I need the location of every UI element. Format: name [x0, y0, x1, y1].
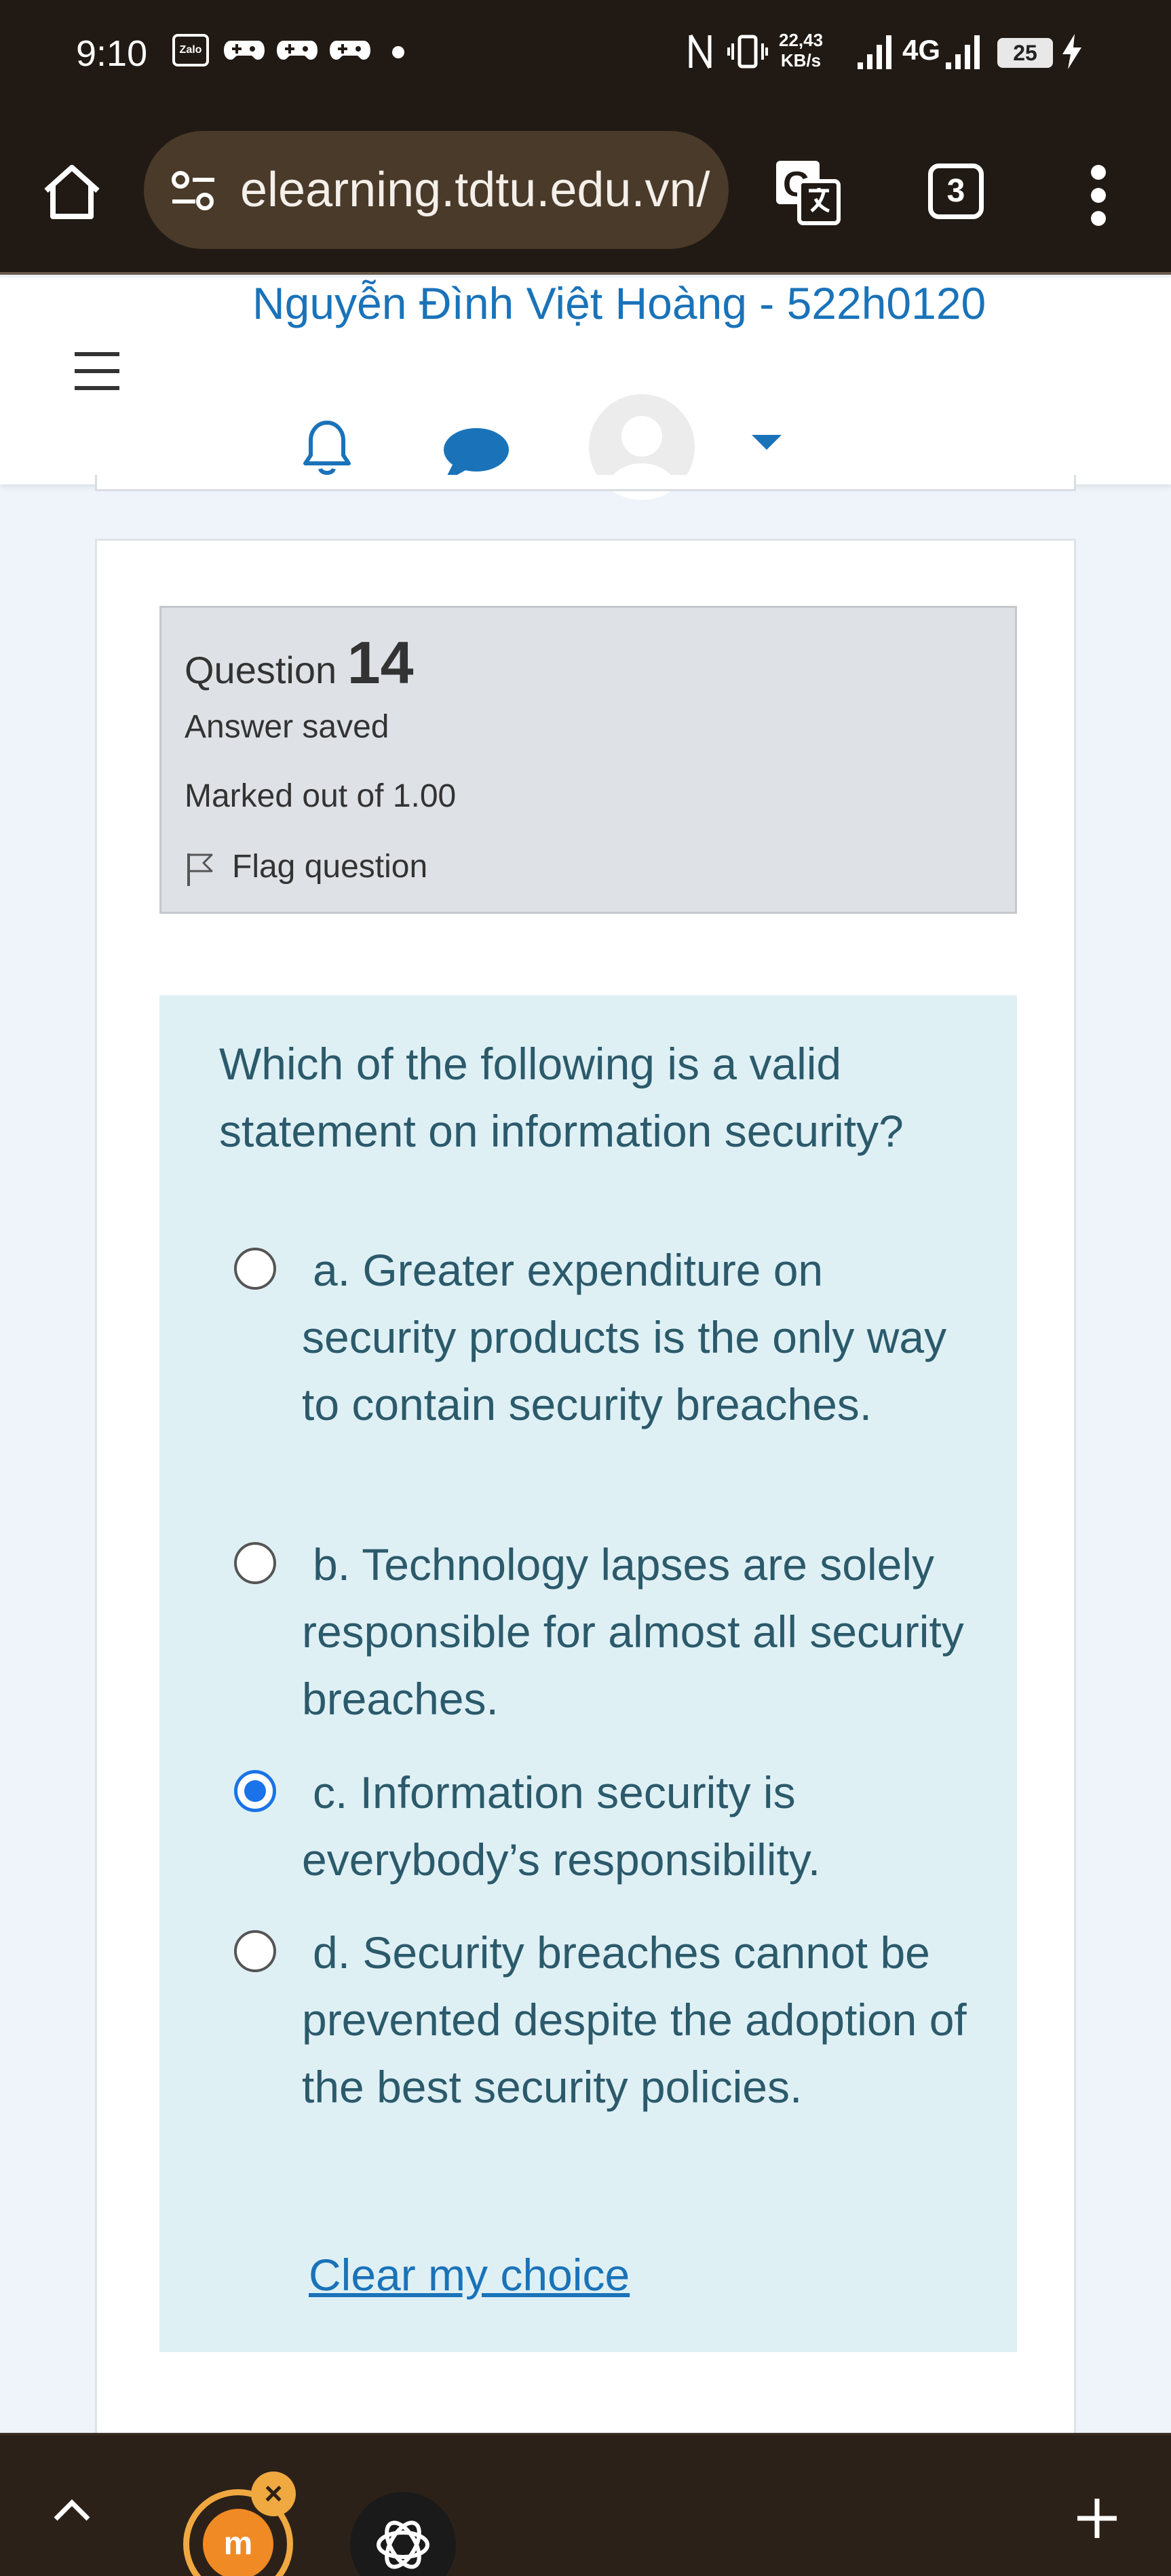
flag-icon[interactable] [185, 851, 214, 887]
moodle-icon: m [203, 2509, 273, 2576]
chatgpt-bubble[interactable] [350, 2492, 456, 2576]
chevron-up-icon[interactable] [52, 2496, 92, 2523]
answer-option-label[interactable]: d. Security breaches cannot be prevented… [302, 1919, 980, 2121]
clear-choice-link[interactable]: Clear my choice [309, 2249, 630, 2301]
game-controller-icon [277, 41, 318, 60]
question-number: 14 [347, 629, 414, 696]
translate-icon[interactable]: G [773, 158, 841, 226]
charging-icon [1062, 34, 1081, 69]
notification-dot-icon [392, 46, 404, 58]
site-settings-icon[interactable] [170, 169, 217, 212]
chatgpt-icon [377, 2520, 429, 2569]
plus-icon[interactable] [1075, 2496, 1119, 2541]
speed-unit: KB/s [780, 50, 822, 71]
answer-option-label[interactable]: b. Technology lapses are solely responsi… [302, 1531, 980, 1733]
radio-button[interactable] [234, 1930, 276, 1972]
vibrate-icon [727, 35, 768, 69]
user-name[interactable]: Nguyễn Đình Việt Hoàng - 522h0120 [252, 277, 986, 329]
battery-icon: 25 [997, 38, 1053, 68]
hamburger-menu-icon[interactable] [75, 352, 119, 390]
game-controller-icon [224, 41, 265, 60]
question-content: Which of the following is a valid statem… [159, 995, 1017, 2352]
speed-value: 22,43 [779, 30, 824, 50]
question-state: Answer saved [185, 709, 389, 745]
tab-switcher-button[interactable]: 3 [928, 164, 984, 219]
status-time: 9:10 [76, 33, 148, 74]
user-menu-chevron-down-icon[interactable] [752, 435, 782, 450]
status-bar: 9:10 Zalo 22,43 KB/s 4G 25 [0, 0, 1171, 105]
question-title: Question 14 [185, 628, 414, 697]
question-card: Question 14 Answer saved Marked out of 1… [95, 539, 1076, 2576]
flag-question-label[interactable]: Flag question [232, 848, 427, 885]
browser-menu-icon[interactable] [1083, 164, 1115, 229]
zalo-icon: Zalo [172, 34, 209, 66]
browser-toolbar: elearning.tdtu.edu.vn/ G 3 [0, 105, 1171, 275]
previous-card-edge [95, 475, 1076, 491]
home-icon[interactable] [39, 159, 104, 225]
answer-option-label[interactable]: a. Greater expenditure on security produ… [302, 1237, 980, 1438]
bottom-toolbar: m × [0, 2433, 1171, 2576]
network-type: 4G [902, 34, 941, 66]
question-text: Which of the following is a valid statem… [219, 1039, 904, 1156]
url-text: elearning.tdtu.edu.vn/ [240, 163, 710, 217]
answer-option-label[interactable]: c. Information security is everybody’s r… [302, 1759, 980, 1893]
site-header: Nguyễn Đình Việt Hoàng - 522h0120 [0, 277, 1171, 500]
question-info: Question 14 Answer saved Marked out of 1… [159, 606, 1017, 914]
radio-button-selected[interactable] [234, 1770, 276, 1812]
signal-icon [946, 35, 980, 69]
question-marks: Marked out of 1.00 [185, 778, 457, 814]
question-label: Question [185, 649, 337, 691]
network-speed: 22,43 KB/s [779, 30, 823, 71]
close-bubble-icon[interactable]: × [251, 2472, 296, 2516]
address-bar[interactable]: elearning.tdtu.edu.vn/ [144, 131, 729, 249]
radio-button[interactable] [234, 1542, 276, 1584]
nfc-icon [689, 34, 712, 69]
notification-bell-icon[interactable] [301, 419, 353, 480]
signal-icon [858, 35, 891, 69]
game-controller-icon [330, 41, 370, 60]
radio-button[interactable] [234, 1248, 276, 1290]
